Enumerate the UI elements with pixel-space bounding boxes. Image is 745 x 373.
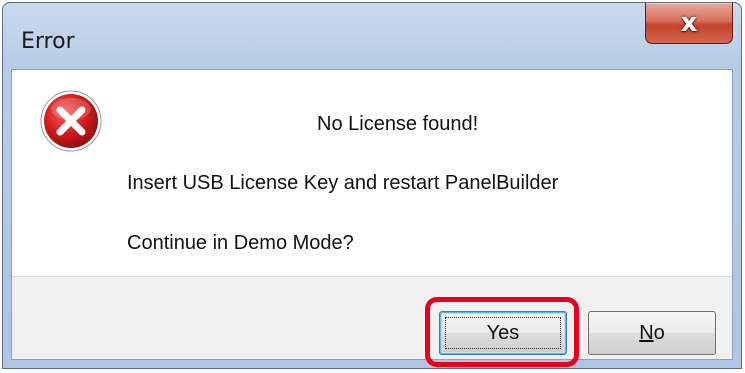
- focus-ring: [445, 317, 561, 349]
- error-dialog-window: Error x No License found! Insert USB Lic…: [2, 2, 742, 369]
- close-icon: x: [680, 8, 698, 38]
- window-title: Error: [21, 29, 75, 54]
- dialog-client-area: No License found! Insert USB License Key…: [11, 69, 733, 367]
- no-button[interactable]: No: [588, 311, 716, 355]
- message-area: No License found! Insert USB License Key…: [12, 70, 732, 276]
- error-icon: [40, 90, 102, 152]
- no-label-rest: o: [653, 321, 665, 344]
- button-bar: Yes No: [12, 276, 732, 367]
- title-bar[interactable]: Error x: [3, 3, 741, 69]
- message-question: Continue in Demo Mode?: [127, 232, 354, 254]
- no-button-label: No: [639, 322, 665, 345]
- message-heading: No License found!: [317, 113, 479, 135]
- yes-button[interactable]: Yes: [439, 311, 567, 355]
- no-accelerator: N: [639, 321, 654, 344]
- message-instruction: Insert USB License Key and restart Panel…: [127, 172, 559, 194]
- close-button[interactable]: x: [645, 3, 733, 44]
